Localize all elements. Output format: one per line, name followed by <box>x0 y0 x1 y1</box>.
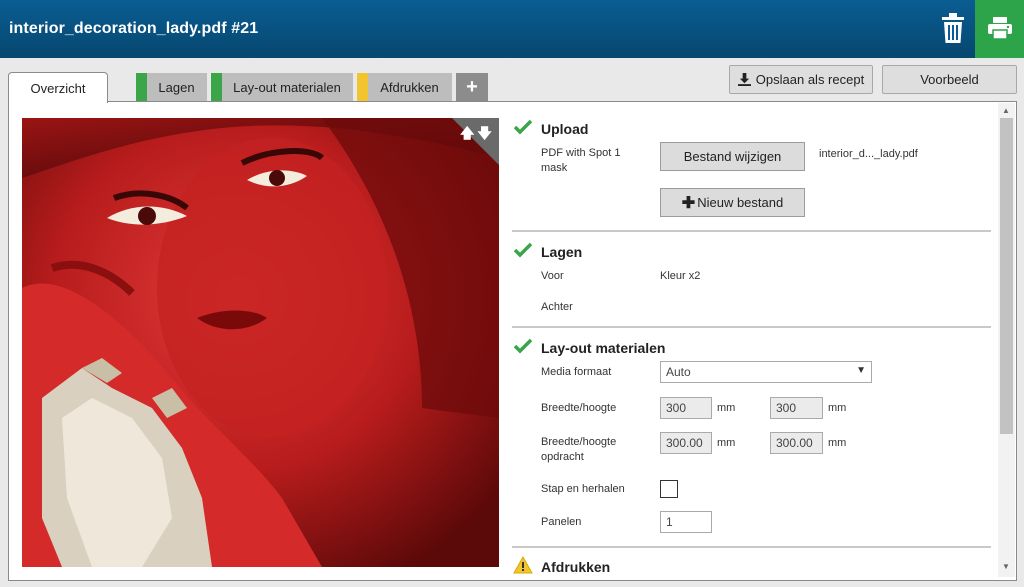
step-repeat-checkbox[interactable] <box>660 480 678 498</box>
change-file-label: Bestand wijzigen <box>683 149 782 164</box>
tab-lagen[interactable]: Lagen <box>136 73 207 101</box>
tab-overzicht-label: Overzicht <box>30 80 86 96</box>
document-preview-image <box>22 118 499 567</box>
status-stripe <box>211 73 222 101</box>
unit-label: mm <box>828 437 847 449</box>
section-divider <box>512 326 991 328</box>
scroll-up-icon[interactable]: ▲ <box>1002 106 1010 115</box>
layout-title: Lay-out materialen <box>541 340 666 356</box>
check-icon <box>514 338 532 354</box>
tab-afdrukken-label: Afdrukken <box>380 79 439 95</box>
front-value: Kleur x2 <box>660 270 701 282</box>
new-file-label: Nieuw bestand <box>697 195 784 210</box>
media-format-select[interactable]: Auto ▼ <box>660 361 872 383</box>
trash-icon[interactable] <box>940 12 966 44</box>
unit-label: mm <box>717 402 736 414</box>
add-tab-button[interactable]: + <box>456 73 488 101</box>
plus-icon: + <box>466 75 478 98</box>
back-label: Achter <box>541 301 573 313</box>
layers-title: Lagen <box>541 244 583 260</box>
job-height-value: 300.00 <box>776 436 813 450</box>
media-format-label: Media formaat <box>541 366 612 378</box>
height-input[interactable]: 300 <box>770 397 823 419</box>
new-file-button[interactable]: ✚ Nieuw bestand <box>660 188 805 217</box>
file-type-label: PDF with Spot 1 mask <box>541 147 621 174</box>
step-repeat-label: Stap en herhalen <box>541 483 625 495</box>
size-label: Breedte/hoogte <box>541 402 617 414</box>
preview-button[interactable]: Voorbeeld <box>882 65 1017 94</box>
status-stripe <box>136 73 147 101</box>
front-label: Voor <box>541 270 564 282</box>
section-divider <box>512 546 991 548</box>
print-title: Afdrukken <box>541 559 611 575</box>
width-value: 300 <box>666 401 687 415</box>
tab-lagen-label: Lagen <box>158 79 195 95</box>
warning-icon <box>513 556 533 574</box>
height-value: 300 <box>776 401 797 415</box>
print-button[interactable] <box>975 0 1024 58</box>
status-stripe <box>357 73 368 101</box>
unit-label: mm <box>828 402 847 414</box>
save-recipe-button[interactable]: Opslaan als recept <box>729 65 873 94</box>
save-recipe-label: Opslaan als recept <box>755 72 865 87</box>
job-width-input[interactable]: 300.00 <box>660 432 712 454</box>
job-height-input[interactable]: 300.00 <box>770 432 823 454</box>
plus-icon: ✚ <box>681 194 696 212</box>
change-file-button[interactable]: Bestand wijzigen <box>660 142 805 171</box>
reorder-arrows-icon[interactable]: 🡅🡇 <box>460 123 495 147</box>
job-width-value: 300.00 <box>666 436 703 450</box>
job-title: interior_decoration_lady.pdf #21 <box>9 20 259 37</box>
dropdown-arrow-icon: ▼ <box>856 365 866 376</box>
check-icon <box>514 119 532 135</box>
job-size-label: Breedte/hoogte opdracht <box>541 436 617 463</box>
tab-layout-label: Lay-out materialen <box>233 79 341 95</box>
check-icon <box>514 242 532 258</box>
preview-label: Voorbeeld <box>920 72 979 87</box>
scrollbar-thumb[interactable] <box>1000 118 1013 434</box>
panels-label: Panelen <box>541 516 582 528</box>
file-name: interior_d..._lady.pdf <box>819 148 918 160</box>
panels-value: 1 <box>666 515 673 529</box>
download-icon <box>737 73 751 86</box>
media-format-value: Auto <box>666 365 691 379</box>
printer-icon <box>988 17 1012 40</box>
app-header: interior_decoration_lady.pdf #21 <box>0 0 1024 58</box>
tab-afdrukken[interactable]: Afdrukken <box>357 73 452 101</box>
scroll-down-icon[interactable]: ▼ <box>1002 562 1010 571</box>
tab-overzicht[interactable]: Overzicht <box>8 72 108 103</box>
section-divider <box>512 230 991 232</box>
width-input[interactable]: 300 <box>660 397 712 419</box>
upload-title: Upload <box>541 121 589 137</box>
tab-layout-materialen[interactable]: Lay-out materialen <box>211 73 353 101</box>
panels-input[interactable]: 1 <box>660 511 712 533</box>
unit-label: mm <box>717 437 736 449</box>
